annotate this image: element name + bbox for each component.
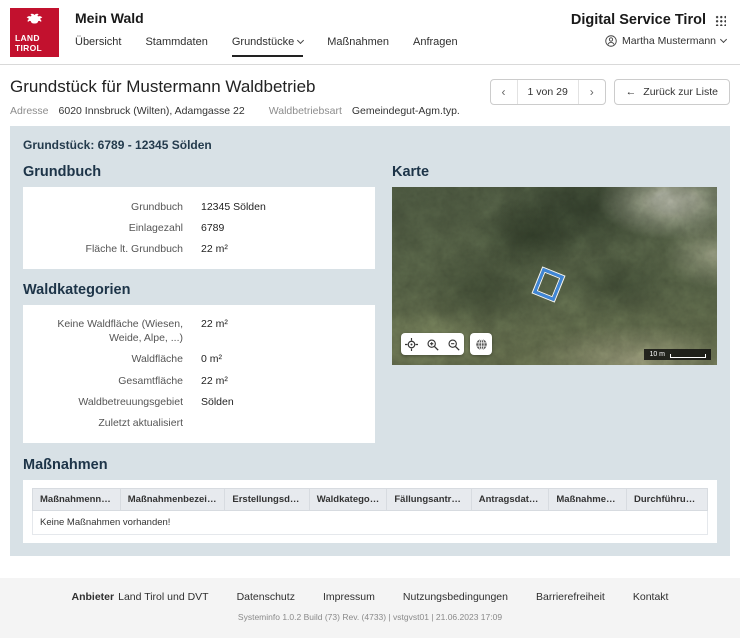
service-title: Digital Service Tirol <box>571 12 706 28</box>
chevron-down-icon <box>297 37 304 44</box>
nav-grundstuecke[interactable]: Grundstücke <box>232 36 303 57</box>
field-row: Waldfläche 0 m² <box>35 349 363 370</box>
zoom-in-button[interactable] <box>422 333 443 355</box>
tirol-eagle-icon <box>26 12 43 25</box>
col-massnahmenbezeichnung[interactable]: Maßnahmenbezeichnung <box>120 488 225 510</box>
col-faellungsantragsstatus[interactable]: Fällungsantragsstatus <box>387 488 471 510</box>
footer-link-datenschutz[interactable]: Datenschutz <box>237 591 295 603</box>
next-page-button[interactable]: › <box>579 80 605 104</box>
footer-link-kontakt[interactable]: Kontakt <box>633 591 669 603</box>
waldkategorien-heading: Waldkategorien <box>23 282 375 298</box>
field-row: Waldbetreuungsgebiet Sölden <box>35 391 363 412</box>
parcel-title: Grundstück: 6789 - 12345 Sölden <box>23 138 717 152</box>
field-row: Gesamtfläche 22 m² <box>35 370 363 391</box>
footer-link-barrierefreiheit[interactable]: Barrierefreiheit <box>536 591 605 603</box>
land-tirol-logo: LAND TIROL <box>10 8 59 57</box>
nav-stammdaten[interactable]: Stammdaten <box>145 36 207 57</box>
empty-state-text: Keine Maßnahmen vorhanden! <box>33 510 708 534</box>
field-row: Einlagezahl 6789 <box>35 217 363 238</box>
scale-line <box>670 354 706 358</box>
nav-uebersicht[interactable]: Übersicht <box>75 36 121 57</box>
map-scalebar: 10 m <box>644 349 711 360</box>
betriebsart-value: Gemeindegut-Agm.typ. <box>352 105 460 117</box>
footer-link-nutzungsbedingungen[interactable]: Nutzungsbedingungen <box>403 591 508 603</box>
page-indicator: 1 von 29 <box>517 80 579 104</box>
waldkategorien-card: Keine Waldfläche (Wiesen, Weide, Alpe, .… <box>23 305 375 443</box>
back-to-list-button[interactable]: ← Zurück zur Liste <box>614 79 730 105</box>
app-header: LAND TIROL Mein Wald Übersicht Stammdate… <box>0 0 740 65</box>
betriebsart-label: Waldbetriebsart <box>269 105 342 117</box>
basemap-layers-button[interactable] <box>470 333 492 355</box>
nav-anfragen[interactable]: Anfragen <box>413 36 458 57</box>
nav-massnahmen[interactable]: Maßnahmen <box>327 36 389 57</box>
zoom-out-button[interactable] <box>443 333 464 355</box>
recenter-crosshair-button[interactable] <box>401 333 422 355</box>
parcel-polygon[interactable] <box>532 267 563 301</box>
massnahmen-table-card: Maßnahmennummer Maßnahmenbezeichnung Ers… <box>23 480 717 543</box>
app-title: Mein Wald <box>75 10 458 26</box>
grundbuch-card: Grundbuch 12345 Sölden Einlagezahl 6789 … <box>23 187 375 269</box>
main-nav: Übersicht Stammdaten Grundstücke Maßnahm… <box>75 36 458 57</box>
page-title: Grundstück für Mustermann Waldbetrieb <box>10 77 460 97</box>
field-row: Grundbuch 12345 Sölden <box>35 196 363 217</box>
massnahmen-heading: Maßnahmen <box>23 457 717 473</box>
col-erstellungsdatum[interactable]: Erstellungsdatum <box>225 488 309 510</box>
back-arrow-icon: ← <box>626 86 637 98</box>
col-antragsdatum[interactable]: Antragsdatum <box>471 488 549 510</box>
footer: AnbieterLand Tirol und DVT Datenschutz I… <box>0 578 740 638</box>
field-row: Fläche lt. Grundbuch 22 m² <box>35 238 363 259</box>
map-canvas[interactable]: 10 m <box>392 187 717 365</box>
anbieter-text: AnbieterLand Tirol und DVT <box>72 591 209 603</box>
prev-page-button[interactable]: ‹ <box>491 80 517 104</box>
field-row: Zuletzt aktualisiert <box>35 412 363 433</box>
person-icon <box>605 35 617 47</box>
address-row: Adresse 6020 Innsbruck (Wilten), Adamgas… <box>10 105 460 117</box>
user-menu[interactable]: Martha Mustermann <box>605 35 726 47</box>
karte-heading: Karte <box>392 164 717 180</box>
systeminfo-text: Systeminfo 1.0.2 Build (73) Rev. (4733) … <box>0 612 740 622</box>
detail-panel: Grundstück: 6789 - 12345 Sölden Grundbuc… <box>10 126 730 556</box>
address-value: 6020 Innsbruck (Wilten), Adamgasse 22 <box>59 105 245 117</box>
footer-link-impressum[interactable]: Impressum <box>323 591 375 603</box>
apps-grid-icon[interactable] <box>715 15 726 26</box>
user-name: Martha Mustermann <box>622 35 716 47</box>
field-row: Keine Waldfläche (Wiesen, Weide, Alpe, .… <box>35 314 363 349</box>
logo-text-line2: TIROL <box>15 44 54 53</box>
address-label: Adresse <box>10 105 49 117</box>
table-empty-row: Keine Maßnahmen vorhanden! <box>33 510 708 534</box>
col-massnahmennummer[interactable]: Maßnahmennummer <box>33 488 121 510</box>
map-toolbar <box>401 333 464 355</box>
col-durchfuehrungsdatum[interactable]: Durchführungsdatum <box>627 488 708 510</box>
grundbuch-heading: Grundbuch <box>23 164 375 180</box>
col-waldkategorie[interactable]: Waldkategorie <box>309 488 387 510</box>
massnahmen-table: Maßnahmennummer Maßnahmenbezeichnung Ers… <box>32 488 708 535</box>
pagination: ‹ 1 von 29 › <box>490 79 606 105</box>
globe-icon <box>475 338 488 351</box>
scale-label: 10 m <box>649 351 665 358</box>
col-massnahmenstatus[interactable]: Maßnahmenstatus <box>549 488 627 510</box>
chevron-down-icon <box>720 36 727 43</box>
